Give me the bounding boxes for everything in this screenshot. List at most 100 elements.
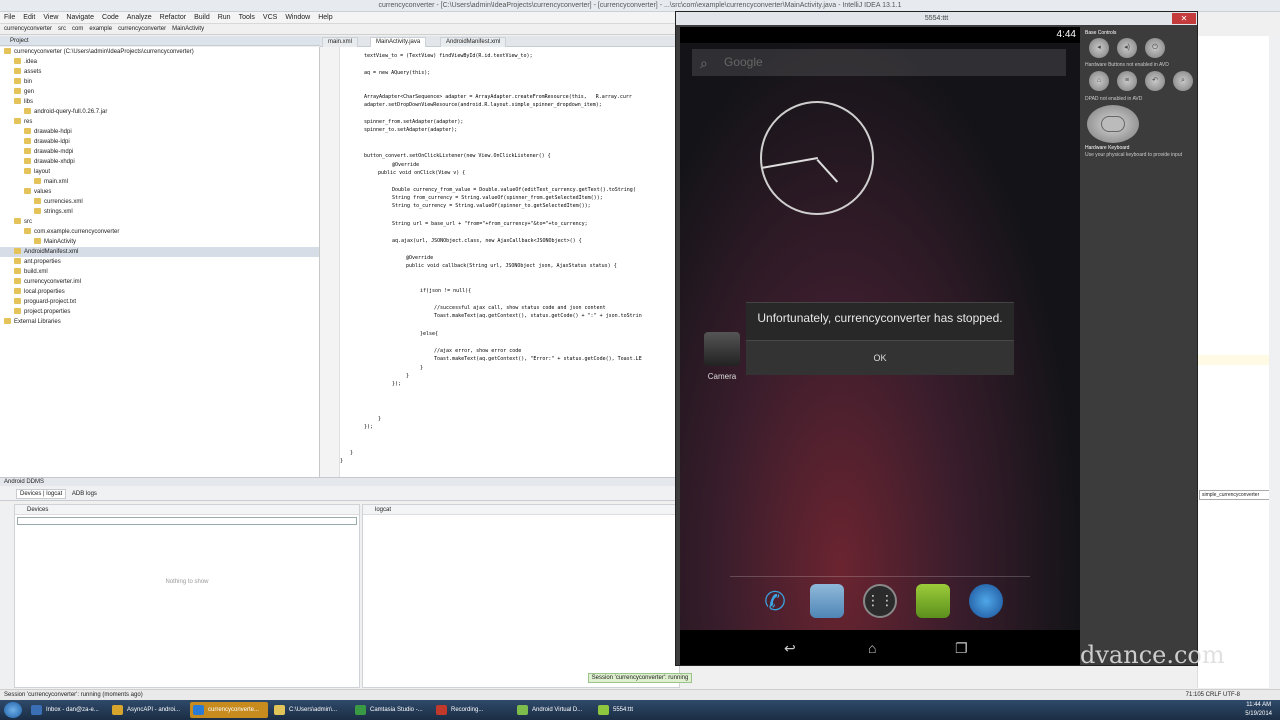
project-tree: currencyconverter (C:\Users\admin\IdeaPr… [0, 47, 320, 477]
dpad-center-button[interactable] [1101, 116, 1125, 132]
menu-item-refactor[interactable]: Refactor [156, 12, 190, 24]
tree-item[interactable]: main.xml [0, 177, 319, 187]
tree-item[interactable]: drawable-mdpi [0, 147, 319, 157]
tree-item[interactable]: res [0, 117, 319, 127]
tree-item[interactable]: android-query-full.0.26.7.jar [0, 107, 319, 117]
taskbar-button[interactable]: C:\Users\admin\... [271, 702, 349, 718]
analog-clock-widget[interactable] [760, 101, 874, 215]
project-panel-header[interactable]: Project [0, 36, 320, 46]
tree-item[interactable]: assets [0, 67, 319, 77]
back-icon[interactable]: ↩ [784, 640, 796, 657]
tree-item[interactable]: bin [0, 77, 319, 87]
menu-item-analyze[interactable]: Analyze [123, 12, 156, 24]
home-icon[interactable]: ⌂ [868, 640, 876, 656]
dock-divider [730, 576, 1030, 577]
editor-tab[interactable]: AndroidManifest.xml [440, 37, 507, 47]
phone-icon[interactable]: ✆ [758, 584, 792, 618]
emulator-close-button[interactable]: ✕ [1172, 13, 1196, 24]
app-drawer-icon[interactable]: ⋮⋮ [863, 584, 897, 618]
back-key-button[interactable]: ↶ [1145, 71, 1165, 91]
tree-item-label: MainActivity [44, 239, 77, 245]
power-button[interactable]: ⏻ [1145, 38, 1165, 58]
breadcrumb-item[interactable]: com [72, 26, 83, 32]
code-line: aq.ajax(url, JSONObject.class, new AjaxC… [392, 238, 582, 244]
tree-item[interactable]: currencies.xml [0, 197, 319, 207]
tree-item[interactable]: AndroidManifest.xml [0, 247, 319, 257]
device-select[interactable] [17, 517, 357, 525]
camera-icon [704, 332, 740, 366]
google-search-bar[interactable]: ⌕ Google [692, 49, 1066, 76]
dpad[interactable] [1087, 105, 1139, 143]
tree-item[interactable]: drawable-ldpi [0, 137, 319, 147]
contacts-icon[interactable] [810, 584, 844, 618]
start-button[interactable] [4, 702, 22, 718]
tree-item[interactable]: gen [0, 87, 319, 97]
tab-adb-logs[interactable]: ADB logs [72, 491, 97, 497]
editor-tab[interactable]: MainActivity.java [370, 37, 427, 47]
taskbar-button[interactable]: Recording... [433, 702, 511, 718]
tree-item[interactable]: currencyconverter.iml [0, 277, 319, 287]
menu-item-file[interactable]: File [0, 12, 19, 24]
breadcrumb-item[interactable]: currencyconverter [118, 26, 166, 32]
tree-item[interactable]: build.xml [0, 267, 319, 277]
menu-item-build[interactable]: Build [190, 12, 214, 24]
tree-item[interactable]: drawable-xhdpi [0, 157, 319, 167]
tree-item[interactable]: local.properties [0, 287, 319, 297]
tree-item[interactable]: layout [0, 167, 319, 177]
taskbar-button[interactable]: Android Virtual D... [514, 702, 592, 718]
menu-item-window[interactable]: Window [281, 12, 314, 24]
tree-item[interactable]: .idea [0, 57, 319, 67]
taskbar-button[interactable]: currencyconverte... [190, 702, 268, 718]
volume-down-button[interactable]: ◂ [1089, 38, 1109, 58]
android-screen[interactable]: 4:44 ⌕ Google Camera Unfortunately, curr… [680, 27, 1080, 665]
folder-icon [24, 228, 31, 235]
menu-key-button[interactable]: ≡ [1117, 71, 1137, 91]
taskbar-button[interactable]: Camtasia Studio -... [352, 702, 430, 718]
menu-item-run[interactable]: Run [214, 12, 235, 24]
tab-devices-logcat[interactable]: Devices | logcat [16, 489, 67, 499]
menu-item-navigate[interactable]: Navigate [62, 12, 98, 24]
tree-item[interactable]: strings.xml [0, 207, 319, 217]
tree-item-label: gen [24, 89, 35, 95]
folder-icon [34, 178, 41, 185]
breadcrumb-item[interactable]: src [58, 26, 66, 32]
menu-item-vcs[interactable]: VCS [259, 12, 281, 24]
home-key-button[interactable]: ⌂ [1089, 71, 1109, 91]
run-config-combo[interactable]: simple_currencyconverter [1199, 490, 1273, 500]
taskbar-button[interactable]: Inbox - dan@za-e... [28, 702, 106, 718]
menu-item-tools[interactable]: Tools [235, 12, 259, 24]
tree-item-label: layout [34, 169, 51, 175]
tree-item[interactable]: ant.properties [0, 257, 319, 267]
menu-item-help[interactable]: Help [314, 12, 336, 24]
tree-item[interactable]: currencyconverter (C:\Users\admin\IdeaPr… [0, 47, 319, 57]
clock-time: 11:44 AM [1246, 702, 1272, 708]
menu-item-edit[interactable]: Edit [19, 12, 39, 24]
tree-item[interactable]: src [0, 217, 319, 227]
folder-icon [34, 238, 41, 245]
tree-item[interactable]: proguard-project.txt [0, 297, 319, 307]
camera-app-icon[interactable]: Camera [702, 332, 742, 392]
breadcrumb-item[interactable]: currencyconverter [4, 26, 52, 32]
tree-item[interactable]: External Libraries [0, 317, 319, 327]
ok-button[interactable]: OK [746, 340, 1014, 375]
tree-item[interactable]: project.properties [0, 307, 319, 317]
browser-icon[interactable] [969, 584, 1003, 618]
menu-item-view[interactable]: View [39, 12, 62, 24]
volume-up-button[interactable]: ◂) [1117, 38, 1137, 58]
tree-item[interactable]: com.example.currencyconverter [0, 227, 319, 237]
tree-item[interactable]: drawable-hdpi [0, 127, 319, 137]
code-line: } [378, 416, 382, 422]
breadcrumb-item[interactable]: MainActivity [172, 26, 204, 32]
breadcrumb-item[interactable]: example [89, 26, 112, 32]
taskbar-button[interactable]: AsyncAPI - androi... [109, 702, 187, 718]
menu-item-code[interactable]: Code [98, 12, 123, 24]
tree-item[interactable]: values [0, 187, 319, 197]
taskbar-button[interactable]: 5554:ttt [595, 702, 673, 718]
editor-tab[interactable]: main.xml [322, 37, 359, 47]
tree-item[interactable]: libs [0, 97, 319, 107]
search-key-button[interactable]: ⌕ [1173, 71, 1193, 91]
messaging-icon[interactable] [916, 584, 950, 618]
tree-item[interactable]: MainActivity [0, 237, 319, 247]
recents-icon[interactable]: ❐ [955, 640, 968, 657]
code-editor[interactable]: textView_to = (TextView) findViewById(R.… [340, 47, 680, 477]
